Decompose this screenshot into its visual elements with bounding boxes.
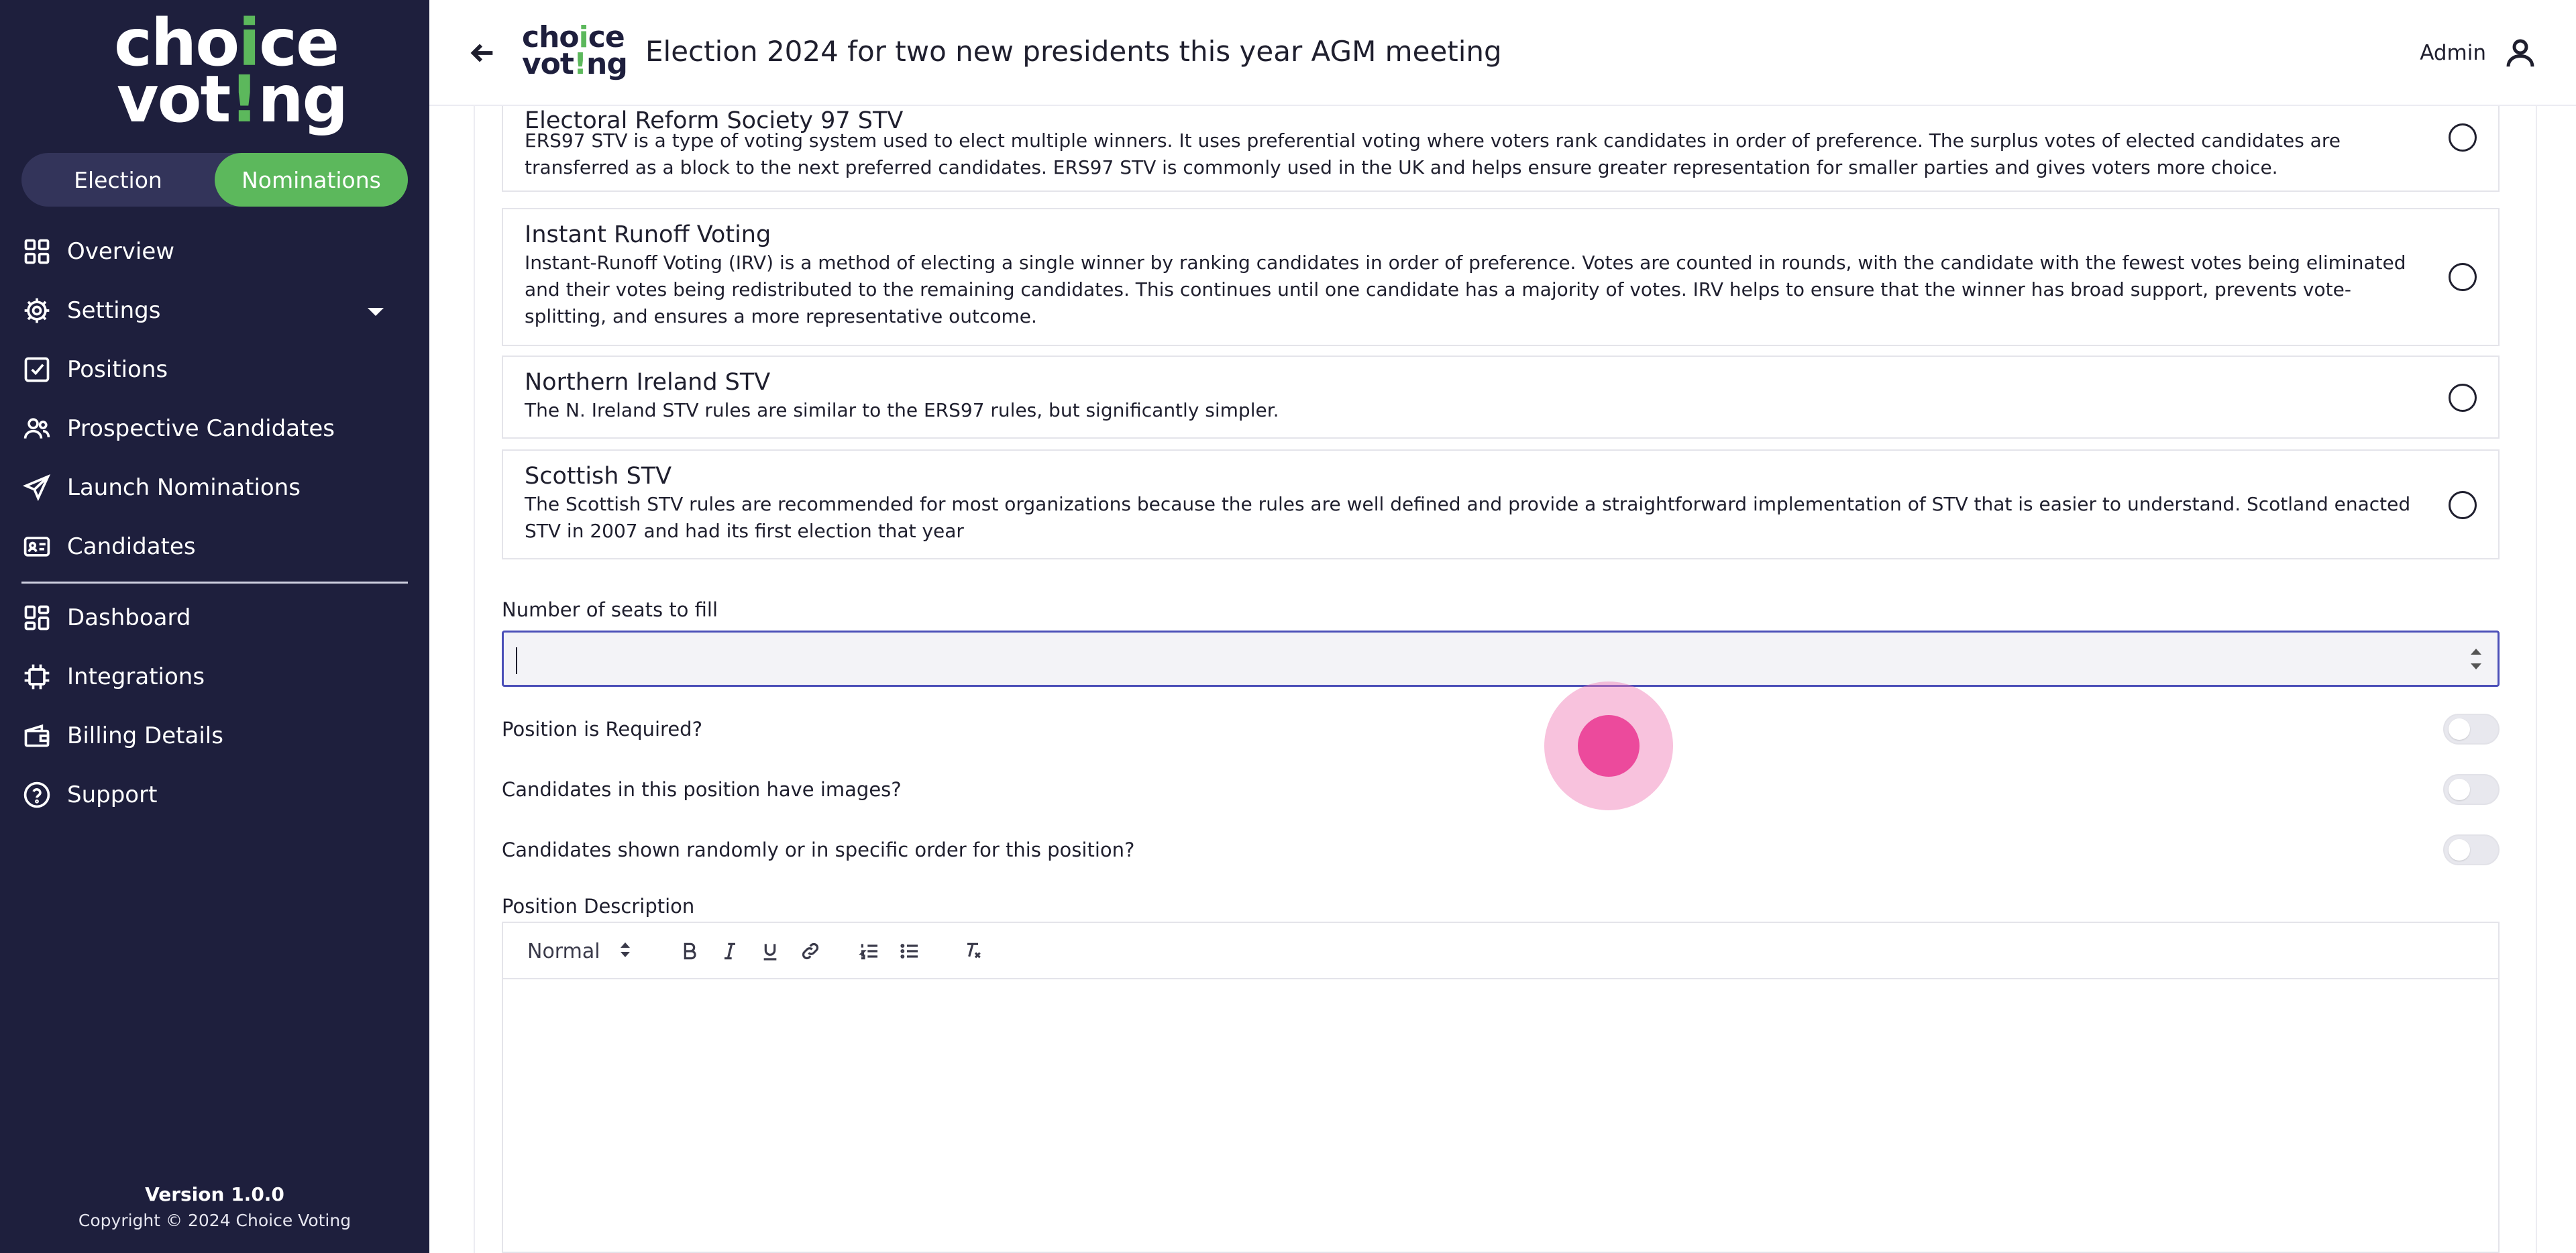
sidebar-item-prospective-candidates[interactable]: Prospective Candidates xyxy=(21,399,408,458)
position-required-label: Position is Required? xyxy=(502,718,702,741)
link-icon[interactable] xyxy=(800,936,821,966)
voting-method-description: The Scottish STV rules are recommended f… xyxy=(525,493,2411,542)
sidebar-item-settings[interactable]: Settings xyxy=(21,281,408,340)
voting-method-radio[interactable] xyxy=(2449,263,2477,291)
candidates-images-toggle[interactable] xyxy=(2443,774,2500,805)
seats-label: Number of seats to fill xyxy=(502,598,718,621)
seats-input[interactable] xyxy=(516,639,2448,679)
copyright-text: Copyright © 2024 Choice Voting xyxy=(78,1211,352,1230)
candidates-images-label: Candidates in this position have images? xyxy=(502,778,902,801)
rich-text-editor: Normal xyxy=(502,922,2500,1253)
position-required-toggle[interactable] xyxy=(2443,714,2500,745)
toggle-knob xyxy=(2449,779,2470,800)
editor-toolbar: Normal xyxy=(503,923,2498,979)
user-icon[interactable] xyxy=(2502,35,2538,71)
voting-method-description: The N. Ireland STV rules are similar to … xyxy=(525,399,1279,421)
dashboard-icon xyxy=(21,602,52,633)
sidebar: choice vot!ng Election Nominations Overv… xyxy=(0,0,429,1253)
voting-method-radio[interactable] xyxy=(2449,384,2477,412)
users-icon xyxy=(21,413,52,444)
bold-icon[interactable] xyxy=(679,936,700,966)
sidebar-item-label: Dashboard xyxy=(67,604,191,631)
position-description-label: Position Description xyxy=(502,895,695,918)
choice-voting-mini-logo: choice vot!ng xyxy=(522,23,628,82)
ordered-list-icon[interactable] xyxy=(859,936,880,966)
user-label: Admin xyxy=(2420,41,2486,65)
format-select[interactable]: Normal xyxy=(527,936,630,966)
spinner-down-icon[interactable] xyxy=(2471,663,2481,669)
voting-method-option[interactable]: Northern Ireland STV The N. Ireland STV … xyxy=(502,356,2500,439)
sidebar-item-label: Positions xyxy=(67,356,168,383)
checkbox-icon xyxy=(21,354,52,385)
election-nominations-toggle: Election Nominations xyxy=(21,153,408,207)
user-menu[interactable]: Admin xyxy=(2420,35,2538,71)
sidebar-item-dashboard[interactable]: Dashboard xyxy=(21,588,408,647)
sidebar-item-launch-nominations[interactable]: Launch Nominations xyxy=(21,458,408,517)
spinner-up-icon[interactable] xyxy=(2471,649,2481,655)
underline-icon[interactable] xyxy=(759,936,781,966)
italic-icon[interactable] xyxy=(719,936,741,966)
logo-line-2: vot!ng xyxy=(117,62,348,137)
voting-method-option[interactable]: Electoral Reform Society 97 STV ERS97 ST… xyxy=(502,106,2500,192)
chip-icon xyxy=(21,661,52,692)
send-icon xyxy=(21,472,52,503)
sidebar-item-label: Settings xyxy=(67,297,161,324)
touch-indicator-dot xyxy=(1578,715,1640,777)
id-card-icon xyxy=(21,531,52,562)
toggle-nominations[interactable]: Nominations xyxy=(215,153,408,207)
app-version: Version 1.0.0 xyxy=(145,1183,284,1205)
voting-method-title: Northern Ireland STV xyxy=(525,369,771,396)
back-arrow-icon[interactable] xyxy=(467,38,498,68)
main-content: Electoral Reform Society 97 STV ERS97 ST… xyxy=(474,106,2576,1253)
sidebar-item-label: Overview xyxy=(67,238,175,265)
sidebar-item-label: Launch Nominations xyxy=(67,474,301,501)
chevron-down-icon[interactable] xyxy=(368,308,384,316)
voting-method-option[interactable]: Scottish STV The Scottish STV rules are … xyxy=(502,449,2500,559)
sidebar-item-label: Candidates xyxy=(67,533,196,560)
sidebar-nav-bottom: Dashboard Integrations Billing Details S… xyxy=(21,588,408,824)
voting-method-radio[interactable] xyxy=(2449,123,2477,152)
wallet-icon xyxy=(21,720,52,751)
voting-method-title: Scottish STV xyxy=(525,463,672,490)
choice-voting-logo[interactable]: choice vot!ng xyxy=(114,11,348,137)
toggle-knob xyxy=(2449,718,2470,740)
sidebar-item-overview[interactable]: Overview xyxy=(21,222,408,281)
voting-method-radio[interactable] xyxy=(2449,491,2477,519)
sidebar-item-label: Billing Details xyxy=(67,722,223,749)
gear-icon xyxy=(21,295,52,326)
grid-icon xyxy=(21,236,52,267)
voting-method-option[interactable]: Instant Runoff Voting Instant-Runoff Vot… xyxy=(502,208,2500,346)
page-title: Election 2024 for two new presidents thi… xyxy=(645,35,1502,68)
sidebar-nav-top: Overview Settings Positions Prospective … xyxy=(21,222,408,576)
touch-indicator xyxy=(1544,682,1673,810)
sidebar-item-label: Support xyxy=(67,781,158,808)
sidebar-item-candidates[interactable]: Candidates xyxy=(21,517,408,576)
number-spinner[interactable] xyxy=(2469,647,2483,674)
voting-method-description: ERS97 STV is a type of voting system use… xyxy=(525,129,2341,178)
voting-method-title: Instant Runoff Voting xyxy=(525,221,771,248)
voting-method-description: Instant-Runoff Voting (IRV) is a method … xyxy=(525,252,2406,327)
text-cursor xyxy=(516,647,517,674)
sidebar-item-integrations[interactable]: Integrations xyxy=(21,647,408,706)
sidebar-item-label: Integrations xyxy=(67,663,205,690)
seats-number-field[interactable] xyxy=(502,631,2500,687)
candidates-order-toggle[interactable] xyxy=(2443,834,2500,865)
sidebar-item-support[interactable]: Support xyxy=(21,765,408,824)
help-circle-icon xyxy=(21,779,52,810)
toggle-knob xyxy=(2449,839,2470,861)
mini-logo-line-2: vot!ng xyxy=(522,47,628,81)
format-select-value: Normal xyxy=(527,939,600,963)
bullet-list-icon[interactable] xyxy=(899,936,920,966)
clear-format-icon[interactable] xyxy=(962,936,983,966)
candidates-order-label: Candidates shown randomly or in specific… xyxy=(502,838,1135,861)
toggle-election[interactable]: Election xyxy=(21,153,215,207)
sidebar-item-label: Prospective Candidates xyxy=(67,415,335,442)
sidebar-item-billing-details[interactable]: Billing Details xyxy=(21,706,408,765)
sidebar-divider xyxy=(21,582,408,584)
select-arrows-icon xyxy=(620,942,630,960)
top-header: choice vot!ng Election 2024 for two new … xyxy=(429,0,2576,106)
sidebar-item-positions[interactable]: Positions xyxy=(21,340,408,399)
